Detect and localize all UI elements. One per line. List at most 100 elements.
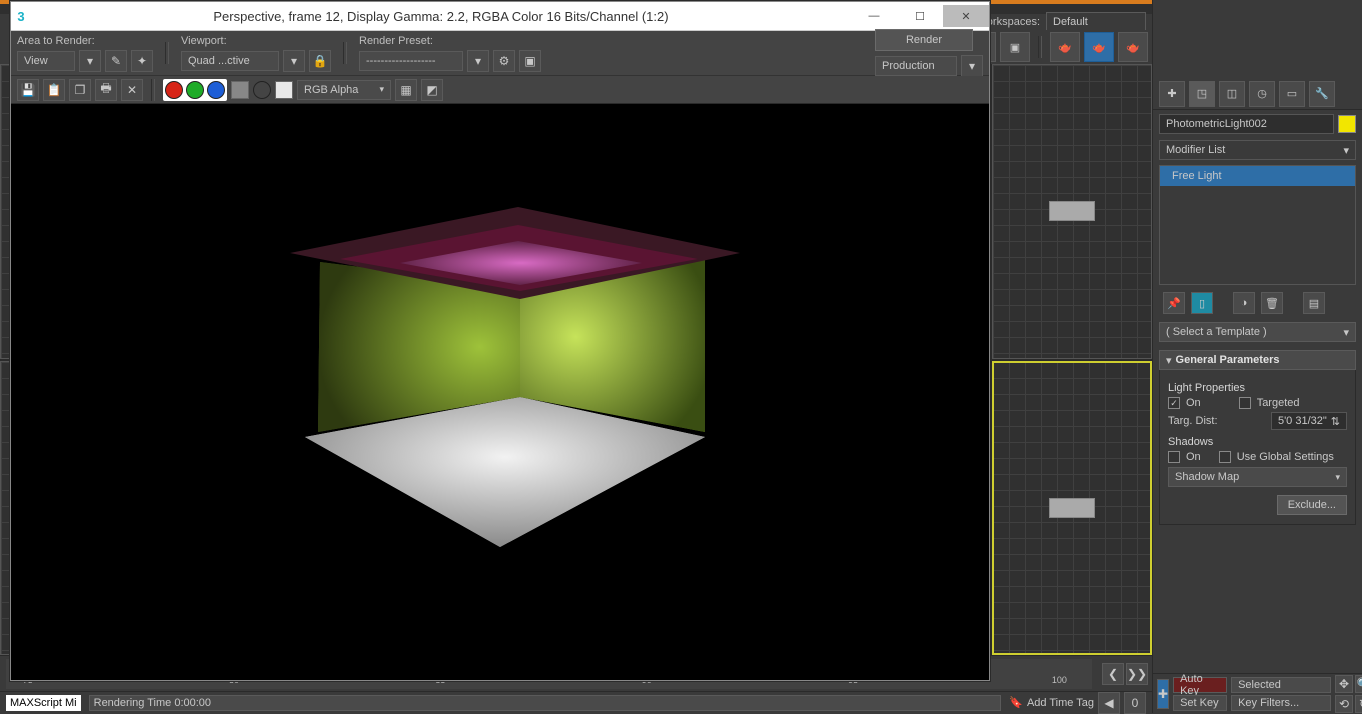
timeline-next-button[interactable]: ❯❯ — [1126, 663, 1148, 685]
shadows-on-checkbox[interactable] — [1168, 451, 1180, 463]
show-end-result-button[interactable]: ▯ — [1191, 292, 1213, 314]
render-setup-button[interactable]: 🫖 — [1050, 32, 1080, 62]
viewport-caret-button[interactable]: ▾ — [283, 50, 305, 72]
print-image-button[interactable]: 🖶 — [95, 79, 117, 101]
display-tab[interactable]: ▭ — [1279, 81, 1305, 107]
frame-display[interactable]: 0 — [1124, 692, 1146, 714]
template-rollout-header[interactable]: ( Select a Template ) ▾ — [1159, 322, 1356, 342]
general-parameters-header[interactable]: ▾ General Parameters — [1159, 350, 1356, 370]
configure-sets-button[interactable]: ▤ — [1303, 292, 1325, 314]
production-caret-button[interactable]: ▾ — [961, 55, 983, 77]
key-filters-button[interactable]: Key Filters... — [1231, 695, 1331, 711]
render-window-titlebar[interactable]: 3 Perspective, frame 12, Display Gamma: … — [11, 2, 989, 31]
modifier-stack-item[interactable]: Free Light — [1160, 166, 1355, 186]
mono-channel-toggle[interactable] — [253, 81, 271, 99]
region-auto-button[interactable]: ✦ — [131, 50, 153, 72]
render-setup-icon-button[interactable]: ⚙ — [493, 50, 515, 72]
object-name-value: PhotometricLight002 — [1166, 118, 1267, 130]
nav-roll-button[interactable]: ↻ — [1355, 695, 1362, 713]
add-time-tag[interactable]: Add Time Tag — [1027, 697, 1094, 709]
modifier-list-dropdown[interactable]: Modifier List ▾ — [1159, 140, 1356, 160]
object-name-field[interactable]: PhotometricLight002 — [1159, 114, 1334, 134]
auto-key-button[interactable]: Auto Key — [1173, 677, 1227, 693]
render-button[interactable]: Render — [875, 29, 973, 51]
light-properties-label: Light Properties — [1168, 382, 1347, 394]
lock-icon[interactable]: 🔒 — [309, 50, 331, 72]
render-preset-dropdown[interactable]: ------------------- — [359, 51, 463, 71]
clone-window-button[interactable]: ❐ — [69, 79, 91, 101]
green-channel-toggle[interactable] — [186, 81, 204, 99]
render-toolbar-2: 💾 📋 ❐ 🖶 ✕ RGB Alpha ▾ ▦ — [11, 76, 989, 104]
nav-orbit-button[interactable]: ⟲ — [1335, 695, 1353, 713]
viewport-top-right[interactable] — [992, 64, 1152, 359]
motion-tab[interactable]: ◷ — [1249, 81, 1275, 107]
nav-zoom-button[interactable]: 🔍 — [1355, 675, 1362, 693]
animation-controls: ✚ Auto Key Set Key Selected Key Filters.… — [1153, 673, 1362, 713]
set-key-mode-button[interactable]: ✚ — [1157, 679, 1169, 709]
key-selection-dropdown[interactable]: Selected — [1231, 677, 1331, 693]
alpha-channel-toggle[interactable] — [231, 81, 249, 99]
app-icon: 3 — [11, 9, 31, 24]
tick-label: 100 — [1052, 675, 1067, 685]
workspaces-dropdown[interactable]: Default — [1046, 12, 1146, 32]
utilities-tab[interactable]: 🔧 — [1309, 81, 1335, 107]
spinner-arrows-icon: ⇅ — [1331, 415, 1340, 428]
blue-channel-toggle[interactable] — [207, 81, 225, 99]
toolbar-button[interactable]: ▣ — [1000, 32, 1030, 62]
exclude-label: Exclude... — [1288, 499, 1336, 511]
make-unique-button[interactable]: ◑ — [1233, 292, 1255, 314]
region-edit-button[interactable]: ✎ — [105, 50, 127, 72]
toggle-overlay-button[interactable]: ▦ — [395, 79, 417, 101]
channel-mode-dropdown[interactable]: RGB Alpha ▾ — [297, 80, 391, 100]
command-panel-tabs: ✚ ◳ ◫ ◷ ▭ 🔧 — [1153, 78, 1362, 110]
chevron-down-icon: ▾ — [379, 84, 384, 95]
nav-pan-button[interactable]: ✥ — [1335, 675, 1353, 693]
area-to-render-label: Area to Render: — [17, 35, 153, 47]
area-caret-button[interactable]: ▾ — [79, 50, 101, 72]
hierarchy-tab[interactable]: ◫ — [1219, 81, 1245, 107]
viewport-bottom-right[interactable] — [992, 361, 1152, 656]
clear-button[interactable] — [275, 81, 293, 99]
object-color-swatch[interactable] — [1338, 115, 1356, 133]
compare-button[interactable]: ◩ — [421, 79, 443, 101]
scroll-left-button[interactable]: ◀ — [1098, 692, 1120, 714]
modify-tab[interactable]: ◳ — [1189, 81, 1215, 107]
create-tab[interactable]: ✚ — [1159, 81, 1185, 107]
template-label: ( Select a Template ) — [1166, 326, 1267, 338]
collapse-icon: ▾ — [1166, 354, 1172, 367]
minimize-button[interactable]: — — [851, 5, 897, 27]
modifier-stack[interactable]: Free Light — [1159, 165, 1356, 285]
production-dropdown[interactable]: Production — [875, 56, 957, 76]
render-output-canvas[interactable] — [11, 104, 989, 680]
set-key-button[interactable]: Set Key — [1173, 695, 1227, 711]
pin-stack-button[interactable]: 📌 — [1163, 292, 1185, 314]
use-global-checkbox[interactable] — [1219, 451, 1231, 463]
red-channel-toggle[interactable] — [165, 81, 183, 99]
shadow-map-dropdown[interactable]: Shadow Map ▾ — [1168, 467, 1347, 487]
save-image-button[interactable]: 💾 — [17, 79, 39, 101]
timeline-prev-button[interactable]: ❮ — [1102, 663, 1124, 685]
environment-button[interactable]: ▣ — [519, 50, 541, 72]
preset-caret-button[interactable]: ▾ — [467, 50, 489, 72]
viewport-value: Quad ...ctive — [188, 55, 250, 67]
render-frame-button[interactable]: 🫖 — [1084, 32, 1114, 62]
render-button[interactable]: 🫖 — [1118, 32, 1148, 62]
maximize-button[interactable]: ☐ — [897, 5, 943, 27]
on-label: On — [1186, 397, 1201, 409]
delete-image-button[interactable]: ✕ — [121, 79, 143, 101]
render-toolbar-1: Area to Render: View ▾ ✎ ✦ Viewport: — [11, 31, 989, 76]
chevron-down-icon: ▾ — [1343, 326, 1349, 339]
targeted-checkbox[interactable] — [1239, 397, 1251, 409]
area-to-render-dropdown[interactable]: View — [17, 51, 75, 71]
viewport-dropdown[interactable]: Quad ...ctive — [181, 51, 279, 71]
toolbar-separator — [151, 79, 155, 101]
rendered-image — [250, 207, 750, 577]
selected-label: Selected — [1238, 679, 1281, 691]
maxscript-listener[interactable]: MAXScript Mi — [6, 695, 81, 711]
close-button[interactable]: ✕ — [943, 5, 989, 27]
targ-dist-spinner[interactable]: 5'0 31/32" ⇅ — [1271, 412, 1347, 430]
light-on-checkbox[interactable]: ✓ — [1168, 397, 1180, 409]
copy-image-button[interactable]: 📋 — [43, 79, 65, 101]
exclude-button[interactable]: Exclude... — [1277, 495, 1347, 515]
remove-modifier-button[interactable]: 🗑 — [1261, 292, 1283, 314]
